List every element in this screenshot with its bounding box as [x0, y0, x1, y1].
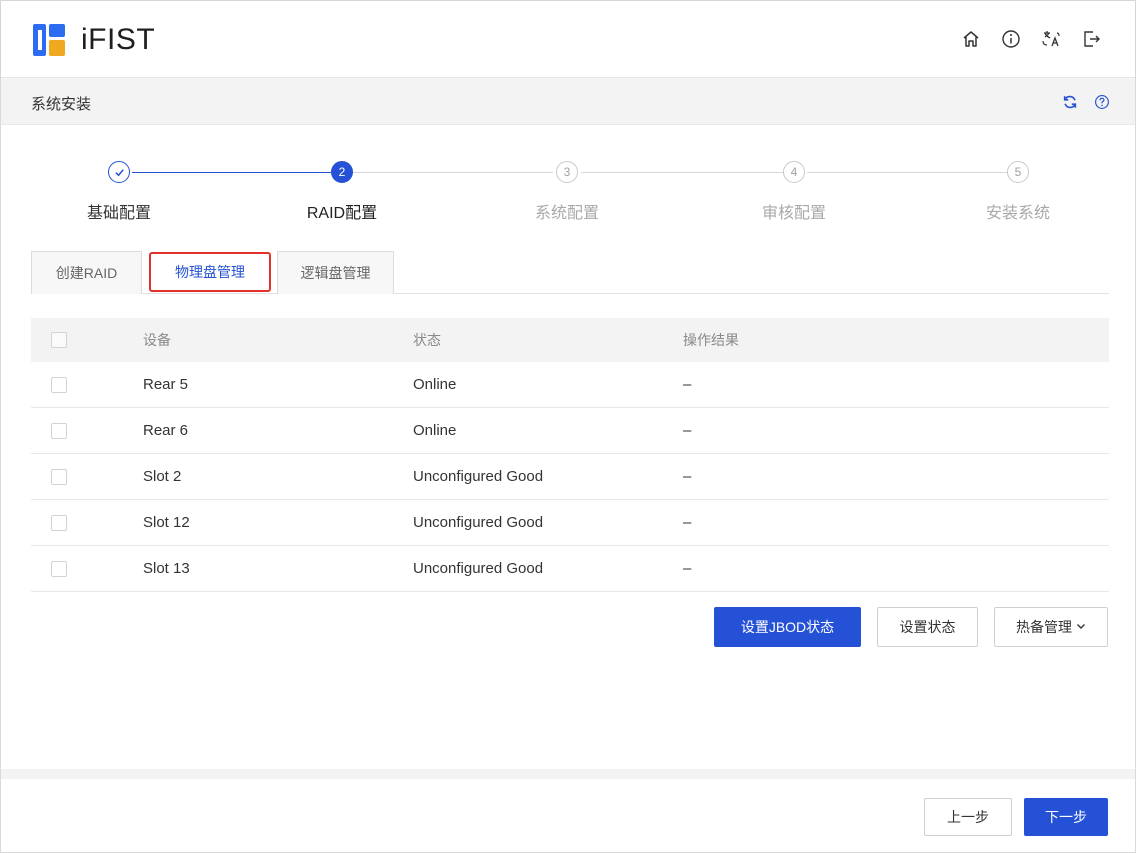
- row-checkbox[interactable]: [51, 514, 67, 531]
- table-row[interactable]: Rear 6 Online –: [31, 408, 1109, 454]
- table-row[interactable]: Rear 5 Online –: [31, 362, 1109, 408]
- header-toolbar: [961, 29, 1101, 49]
- footer-separator: [1, 769, 1135, 779]
- step-label: 安装系统: [985, 205, 1050, 222]
- row-checkbox[interactable]: [51, 422, 67, 439]
- tab-create-raid[interactable]: 创建RAID: [31, 251, 142, 294]
- prev-step-button[interactable]: 上一步: [924, 798, 1012, 836]
- row-checkbox[interactable]: [51, 560, 67, 577]
- raid-tabs: 创建RAID 物理盘管理 逻辑盘管理: [31, 251, 1109, 294]
- step-system-config: 3 系统配置: [512, 161, 622, 223]
- top-header: iFIST: [1, 1, 1135, 78]
- section-tools: [1061, 93, 1111, 111]
- app-window: iFIST 系统安装 基础配置 2 RAID配置 3 系统配置 4 审核配置 5…: [0, 0, 1136, 853]
- select-all-checkbox[interactable]: [51, 332, 67, 348]
- step-number: 4: [783, 161, 805, 183]
- table-row[interactable]: Slot 12 Unconfigured Good –: [31, 500, 1109, 546]
- device-cell: Rear 6: [143, 422, 189, 439]
- device-cell: Slot 2: [143, 468, 182, 485]
- hot-spare-dropdown[interactable]: 热备管理: [994, 607, 1108, 647]
- step-number: 2: [331, 161, 353, 183]
- table-actions: 设置JBOD状态 设置状态 热备管理: [714, 607, 1108, 647]
- logout-icon[interactable]: [1081, 29, 1101, 49]
- step-number: 5: [1007, 161, 1029, 183]
- device-cell: Slot 12: [143, 514, 190, 531]
- status-cell: Unconfigured Good: [413, 514, 544, 531]
- row-checkbox[interactable]: [51, 376, 67, 393]
- check-icon: [108, 161, 130, 183]
- status-cell: Unconfigured Good: [413, 560, 544, 577]
- install-stepper: 基础配置 2 RAID配置 3 系统配置 4 审核配置 5 安装系统: [1, 151, 1135, 231]
- set-jbod-button[interactable]: 设置JBOD状态: [714, 607, 861, 647]
- set-state-button[interactable]: 设置状态: [877, 607, 978, 647]
- row-checkbox[interactable]: [51, 468, 67, 485]
- col-status: 状态: [413, 332, 441, 348]
- device-cell: Rear 5: [143, 376, 189, 393]
- language-icon[interactable]: [1041, 29, 1061, 49]
- step-raid-config: 2 RAID配置: [287, 161, 397, 223]
- wizard-footer: 上一步 下一步: [924, 798, 1108, 836]
- result-cell: –: [683, 560, 692, 577]
- device-cell: Slot 13: [143, 560, 190, 577]
- section-bar: 系统安装: [1, 79, 1135, 125]
- result-cell: –: [683, 468, 692, 485]
- result-cell: –: [683, 376, 692, 393]
- step-install-system: 5 安装系统: [963, 161, 1073, 223]
- brand-logo: iFIST: [33, 23, 155, 57]
- step-review-config: 4 审核配置: [739, 161, 849, 223]
- step-label: 系统配置: [534, 205, 599, 222]
- set-state-label: 设置状态: [899, 619, 956, 635]
- step-number: 3: [556, 161, 578, 183]
- chevron-down-icon: [1076, 621, 1086, 634]
- table-row[interactable]: Slot 2 Unconfigured Good –: [31, 454, 1109, 500]
- physical-disk-table: 设备 状态 操作结果 Rear 5 Online – Rear 6 Online…: [31, 318, 1109, 592]
- home-icon[interactable]: [961, 29, 981, 49]
- step-label: RAID配置: [306, 205, 378, 222]
- step-basic-config: 基础配置: [64, 161, 174, 223]
- app-name: iFIST: [81, 23, 156, 56]
- step-label: 基础配置: [86, 205, 151, 222]
- info-icon[interactable]: [1001, 29, 1021, 49]
- result-cell: –: [683, 514, 692, 531]
- refresh-icon[interactable]: [1061, 93, 1079, 111]
- col-result: 操作结果: [683, 332, 739, 348]
- status-cell: Unconfigured Good: [413, 468, 544, 485]
- table-row[interactable]: Slot 13 Unconfigured Good –: [31, 546, 1109, 592]
- result-cell: –: [683, 422, 692, 439]
- help-icon[interactable]: [1093, 93, 1111, 111]
- tab-logical-disk[interactable]: 逻辑盘管理: [277, 251, 394, 294]
- status-cell: Online: [413, 376, 457, 393]
- status-cell: Online: [413, 422, 457, 439]
- col-device: 设备: [143, 332, 171, 348]
- ifist-logo-icon: [33, 24, 65, 56]
- tab-physical-disk[interactable]: 物理盘管理: [149, 252, 271, 292]
- next-step-button[interactable]: 下一步: [1024, 798, 1108, 836]
- step-label: 审核配置: [761, 205, 826, 222]
- section-title: 系统安装: [31, 96, 92, 113]
- hot-spare-label: 热备管理: [1016, 619, 1072, 635]
- table-header: 设备 状态 操作结果: [31, 318, 1109, 362]
